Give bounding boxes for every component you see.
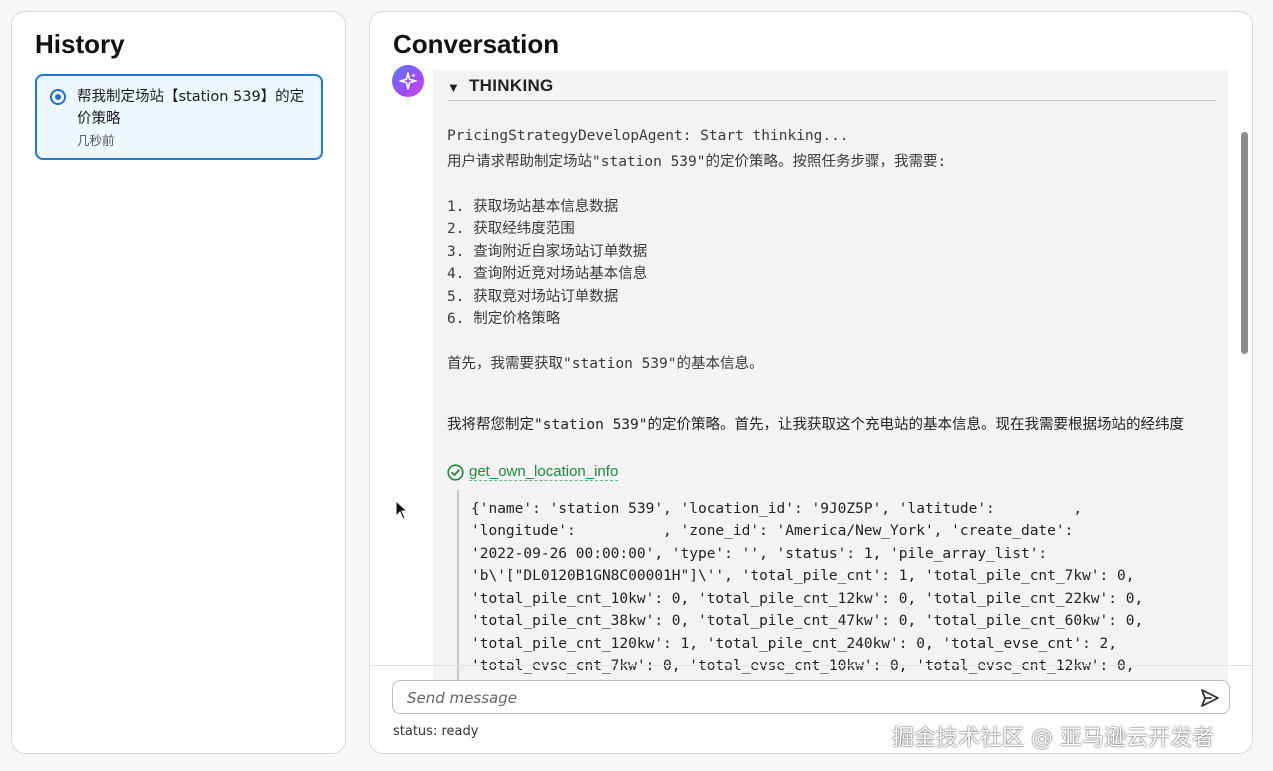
assistant-message: ▼ THINKING PricingStrategyDevelopAgent: …: [433, 70, 1228, 680]
scrollbar-thumb[interactable]: [1241, 132, 1248, 354]
thinking-line: 3. 查询附近自家场站订单数据: [447, 244, 648, 260]
tool-call-name: get_own_location_info: [469, 463, 619, 481]
tool-result-line: 'total_pile_cnt_120kw': 1, 'total_pile_c…: [471, 636, 1118, 652]
assistant-avatar-icon: [392, 65, 424, 97]
watermark-text: 掘金技术社区 @ 亚马逊云开发者: [892, 726, 1214, 751]
tool-result: {'name': 'station 539', 'location_id': '…: [457, 490, 1228, 680]
message-input[interactable]: [405, 686, 1189, 710]
tool-result-line: 'b\'["DL0120B1GN8C00001H"]\'', 'total_pi…: [471, 568, 1135, 584]
history-item[interactable]: 帮我制定场站【station 539】的定价策略 几秒前: [35, 74, 323, 160]
thinking-line: 2. 获取经纬度范围: [447, 221, 575, 237]
conversation-title: Conversation: [393, 29, 560, 59]
status-text: status: ready: [393, 724, 479, 739]
thinking-line: 6. 制定价格策略: [447, 311, 561, 327]
history-panel: History 帮我制定场站【station 539】的定价策略 几秒前: [11, 11, 346, 754]
reply-text: 我将帮您制定"station 539"的定价策略。首先，让我获取这个充电站的基本…: [447, 417, 1184, 433]
tool-result-line: 'total_evse_cnt_7kw': 0, 'total_evse_cnt…: [471, 658, 1135, 674]
thinking-line: 5. 获取竞对场站订单数据: [447, 289, 619, 305]
history-title: History: [35, 29, 125, 59]
send-button[interactable]: [1199, 687, 1221, 709]
conversation-panel: Conversation ▼ THINKING PricingStrategyD…: [369, 11, 1253, 754]
tool-result-line: '2022-09-26 00:00:00', 'type': '', 'stat…: [471, 546, 1048, 562]
thinking-label: THINKING: [469, 76, 554, 95]
selected-radio-icon[interactable]: [50, 89, 66, 105]
collapse-triangle-icon: ▼: [447, 80, 460, 95]
thinking-line: 4. 查询附近竞对场站基本信息: [447, 266, 648, 282]
tool-result-line: 'longitude': , 'zone_id': 'America/New_Y…: [471, 523, 1074, 539]
tool-result-line: 'total_pile_cnt_10kw': 0, 'total_pile_cn…: [471, 591, 1144, 607]
history-item-time: 几秒前: [77, 133, 115, 148]
tool-result-line: 'total_pile_cnt_38kw': 0, 'total_pile_cn…: [471, 613, 1144, 629]
check-circle-icon: [447, 464, 464, 481]
message-input-container[interactable]: [392, 680, 1230, 714]
mouse-cursor-icon: [395, 500, 409, 520]
thinking-toggle[interactable]: ▼ THINKING: [447, 74, 1217, 101]
divider: [370, 665, 1252, 666]
thinking-line: 首先，我需要获取"station 539"的基本信息。: [447, 356, 764, 372]
thinking-line: PricingStrategyDevelopAgent: Start think…: [447, 128, 849, 144]
thinking-line: 用户请求帮助制定场站"station 539"的定价策略。按照任务步骤，我需要:: [447, 154, 947, 170]
thinking-line: 1. 获取场站基本信息数据: [447, 199, 619, 215]
tool-result-line: {'name': 'station 539', 'location_id': '…: [471, 501, 1083, 517]
history-item-title: 帮我制定场站【station 539】的定价策略: [77, 89, 305, 127]
send-icon: [1201, 689, 1219, 707]
